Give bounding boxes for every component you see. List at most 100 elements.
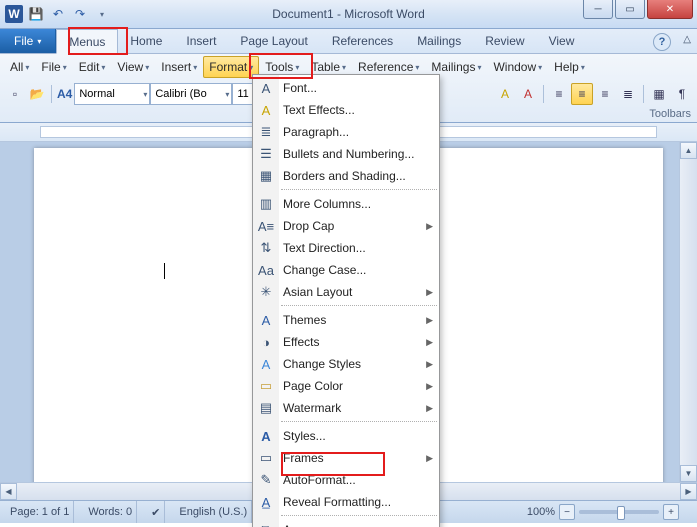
status-words[interactable]: Words: 0 (84, 501, 137, 523)
qat-customize-icon[interactable]: ▾ (92, 4, 112, 24)
tab-file-label: File (14, 34, 33, 48)
app-icon[interactable]: W (4, 4, 24, 24)
frames-icon: ▭ (257, 449, 275, 467)
close-button[interactable]: ✕ (647, 0, 693, 19)
mi-text-effects[interactable]: AText Effects... (253, 99, 439, 121)
mi-changecase[interactable]: AaChange Case... (253, 259, 439, 281)
tab-home[interactable]: Home (118, 29, 174, 53)
para-mark-icon[interactable]: ¶ (671, 83, 693, 105)
style-combo[interactable]: Normal (74, 83, 150, 105)
menu-format[interactable]: Format▾ (203, 56, 259, 78)
align-center-icon[interactable]: ≡ (571, 83, 593, 105)
scroll-left-icon[interactable]: ◀ (0, 483, 17, 500)
mi-styles[interactable]: AStyles... (253, 425, 439, 447)
status-proofing-icon[interactable]: ✔ (147, 501, 165, 523)
ribbon-tabs: File▾ Menus Home Insert Page Layout Refe… (0, 29, 697, 54)
justify-icon[interactable]: ≣ (617, 83, 639, 105)
menu-window[interactable]: Window▾ (487, 57, 548, 77)
font-color-icon[interactable]: A (517, 83, 539, 105)
format-dropdown: AFont... AText Effects... ≣Paragraph... … (252, 74, 440, 527)
help-icon[interactable]: ? (653, 33, 671, 51)
borders-icon: ▦ (257, 167, 275, 185)
zoom-slider-track[interactable] (579, 510, 659, 514)
effects-icon: ◑ (257, 333, 275, 351)
tab-review[interactable]: Review (473, 29, 536, 53)
vertical-scrollbar[interactable]: ▲ ▼ (679, 142, 697, 482)
tab-references[interactable]: References (320, 29, 405, 53)
watermark-icon: ▤ (257, 399, 275, 417)
autoformat-icon: ✎ (257, 471, 275, 489)
tab-view[interactable]: View (537, 29, 587, 53)
mi-asian[interactable]: ✳Asian Layout▶ (253, 281, 439, 303)
submenu-arrow-icon: ▶ (426, 287, 433, 298)
mi-columns[interactable]: ▥More Columns... (253, 193, 439, 215)
scroll-down-icon[interactable]: ▼ (680, 465, 697, 482)
mi-pagecolor[interactable]: ▭Page Color▶ (253, 375, 439, 397)
changestyles-icon: A (257, 355, 275, 373)
mi-paragraph[interactable]: ≣Paragraph... (253, 121, 439, 143)
mi-effects[interactable]: ◑Effects▶ (253, 331, 439, 353)
qat-undo-icon[interactable]: ↶ (48, 4, 68, 24)
zoom-control[interactable]: 100% − + (527, 504, 679, 520)
mi-changestyles[interactable]: AChange Styles▶ (253, 353, 439, 375)
mi-arrange[interactable]: ⧉Arrange (253, 519, 439, 527)
text-cursor (164, 263, 165, 279)
bullets-icon: ☰ (257, 145, 275, 163)
asian-icon: ✳ (257, 283, 275, 301)
reveal-icon: A̲ (257, 493, 275, 511)
title-bar: W 💾 ↶ ↷ ▾ Document1 - Microsoft Word ─ ▭… (0, 0, 697, 29)
tab-mailings[interactable]: Mailings (405, 29, 473, 53)
new-icon[interactable]: ▫ (4, 83, 26, 105)
font-combo[interactable]: Calibri (Bo (150, 83, 232, 105)
tab-insert[interactable]: Insert (174, 29, 228, 53)
zoom-in-icon[interactable]: + (663, 504, 679, 520)
tab-file[interactable]: File▾ (0, 29, 56, 53)
highlight-icon[interactable]: A (494, 83, 516, 105)
styles-icon: A (257, 427, 275, 445)
menu-all[interactable]: All▾ (4, 57, 35, 77)
tab-menus[interactable]: Menus (56, 29, 118, 54)
ribbon-collapse-icon[interactable]: △ (683, 34, 691, 45)
zoom-out-icon[interactable]: − (559, 504, 575, 520)
status-language[interactable]: English (U.S.) (175, 501, 252, 523)
mi-frames[interactable]: ▭Frames▶ (253, 447, 439, 469)
columns-icon: ▥ (257, 195, 275, 213)
scroll-right-icon[interactable]: ▶ (680, 483, 697, 500)
mi-direction[interactable]: ⇅Text Direction... (253, 237, 439, 259)
mi-font[interactable]: AFont... (253, 77, 439, 99)
menu-insert[interactable]: Insert▾ (155, 57, 203, 77)
qat-save-icon[interactable]: 💾 (26, 4, 46, 24)
status-page[interactable]: Page: 1 of 1 (6, 501, 74, 523)
direction-icon: ⇅ (257, 239, 275, 257)
open-icon[interactable]: 📂 (26, 83, 48, 105)
mi-borders[interactable]: ▦Borders and Shading... (253, 165, 439, 187)
mi-dropcap[interactable]: A≡Drop Cap▶ (253, 215, 439, 237)
menu-edit[interactable]: Edit▾ (73, 57, 112, 77)
submenu-arrow-icon: ▶ (426, 453, 433, 464)
mi-autoformat[interactable]: ✎AutoFormat... (253, 469, 439, 491)
maximize-button[interactable]: ▭ (615, 0, 645, 19)
qat-redo-icon[interactable]: ↷ (70, 4, 90, 24)
tab-page-layout[interactable]: Page Layout (228, 29, 319, 53)
menu-help[interactable]: Help▾ (548, 57, 591, 77)
mi-watermark[interactable]: ▤Watermark▶ (253, 397, 439, 419)
align-left-icon[interactable]: ≡ (548, 83, 570, 105)
text-effects-icon: A (257, 101, 275, 119)
scroll-up-icon[interactable]: ▲ (680, 142, 697, 159)
mi-bullets[interactable]: ☰Bullets and Numbering... (253, 143, 439, 165)
arrange-icon: ⧉ (257, 521, 275, 527)
mi-reveal[interactable]: A̲Reveal Formatting... (253, 491, 439, 513)
mi-themes[interactable]: AThemes▶ (253, 309, 439, 331)
border-icon[interactable]: ▦ (648, 83, 670, 105)
group-label-toolbars: Toolbars (649, 108, 693, 120)
changecase-icon: Aa (257, 261, 275, 279)
paragraph-icon: ≣ (257, 123, 275, 141)
zoom-value[interactable]: 100% (527, 506, 555, 518)
menu-file[interactable]: File▾ (35, 57, 72, 77)
menu-view[interactable]: View▾ (111, 57, 155, 77)
pagecolor-icon: ▭ (257, 377, 275, 395)
align-right-icon[interactable]: ≡ (594, 83, 616, 105)
minimize-button[interactable]: ─ (583, 0, 613, 19)
submenu-arrow-icon: ▶ (426, 381, 433, 392)
submenu-arrow-icon: ▶ (426, 337, 433, 348)
